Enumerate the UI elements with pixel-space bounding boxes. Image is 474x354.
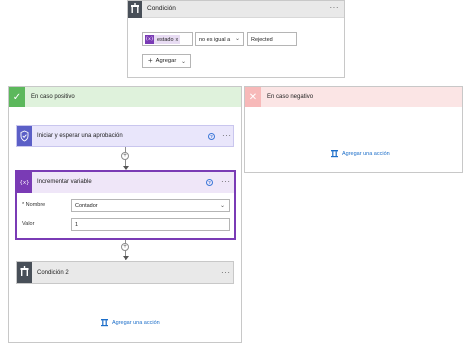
approval-action-card[interactable]: Iniciar y esperar una aprobación ? ··· bbox=[16, 125, 234, 147]
value-field-label: Valor bbox=[22, 221, 35, 227]
chevron-down-icon: ⌄ bbox=[180, 59, 186, 65]
more-options-icon[interactable]: ··· bbox=[221, 269, 231, 277]
token-remove-icon[interactable]: x bbox=[176, 37, 179, 43]
check-icon: ✓ bbox=[9, 87, 25, 107]
help-icon[interactable]: ? bbox=[208, 133, 215, 140]
condition-value-field[interactable]: Rejected bbox=[247, 32, 297, 46]
condition-icon bbox=[17, 262, 32, 283]
close-icon: ✕ bbox=[245, 87, 261, 107]
operator-value: no es igual a bbox=[199, 36, 231, 43]
more-options-icon[interactable]: ··· bbox=[221, 178, 231, 186]
insert-step-button[interactable]: + bbox=[121, 243, 129, 251]
add-action-icon bbox=[331, 150, 338, 158]
operator-select[interactable]: no es igual a ⌄ bbox=[195, 32, 244, 46]
increment-value-input[interactable]: 1 bbox=[71, 218, 230, 231]
name-field-label: * Nombre bbox=[22, 202, 46, 208]
condition-value: Rejected bbox=[251, 36, 273, 43]
negative-branch-header[interactable]: ✕ En caso negativo bbox=[245, 87, 462, 107]
positive-branch-title: En caso positivo bbox=[31, 94, 75, 100]
condition-2-title: Condición 2 bbox=[37, 270, 69, 276]
insert-step-button[interactable]: + bbox=[121, 152, 129, 160]
plus-icon: + bbox=[148, 56, 153, 65]
variable-token[interactable]: {x} estado x bbox=[145, 35, 181, 44]
negative-branch-title: En caso negativo bbox=[267, 94, 314, 100]
condition-header[interactable]: Condición ··· bbox=[128, 1, 344, 18]
negative-branch[interactable]: ✕ En caso negativo Agregar una acción bbox=[244, 86, 463, 173]
variable-name-select[interactable]: Contador ⌄ bbox=[71, 199, 230, 212]
condition-icon bbox=[128, 1, 142, 18]
chevron-down-icon: ⌄ bbox=[219, 202, 225, 209]
add-action-link[interactable]: Agregar una acción bbox=[330, 149, 390, 158]
condition-left-operand[interactable]: {x} estado x bbox=[142, 32, 193, 46]
approval-title: Iniciar y esperar una aprobación bbox=[37, 133, 123, 139]
positive-branch-header[interactable]: ✓ En caso positivo bbox=[9, 87, 241, 107]
arrow-down-icon bbox=[122, 256, 129, 260]
chevron-down-icon: ⌄ bbox=[234, 36, 240, 42]
add-action-label: Agregar una acción bbox=[342, 150, 390, 157]
token-label: estado bbox=[157, 36, 174, 43]
add-action-link[interactable]: Agregar una acción bbox=[100, 318, 160, 327]
add-button-label: Agregar bbox=[155, 58, 177, 64]
help-icon[interactable]: ? bbox=[206, 179, 213, 186]
more-options-icon[interactable]: ··· bbox=[222, 132, 232, 140]
add-button[interactable]: + Agregar ⌄ bbox=[142, 54, 191, 68]
condition-title: Condición bbox=[147, 5, 176, 12]
approval-icon bbox=[17, 126, 32, 146]
increment-variable-card[interactable]: {x} Incrementar variable ? ··· * Nombre … bbox=[15, 170, 236, 240]
condition-2-card[interactable]: Condición 2 ··· bbox=[16, 261, 234, 284]
more-options-icon[interactable]: ··· bbox=[330, 4, 340, 12]
variable-icon: {x} bbox=[17, 172, 32, 193]
add-action-label: Agregar una acción bbox=[112, 319, 160, 326]
variable-name-value: Contador bbox=[75, 203, 98, 209]
increment-value: 1 bbox=[75, 222, 79, 228]
increment-variable-title: Incrementar variable bbox=[37, 179, 92, 185]
increment-variable-header[interactable]: {x} Incrementar variable ? ··· bbox=[17, 172, 234, 193]
add-action-icon bbox=[101, 319, 108, 327]
condition-card[interactable]: Condición ··· {x} estado x no es igual a… bbox=[127, 0, 345, 78]
variable-icon: {x} bbox=[145, 35, 154, 44]
